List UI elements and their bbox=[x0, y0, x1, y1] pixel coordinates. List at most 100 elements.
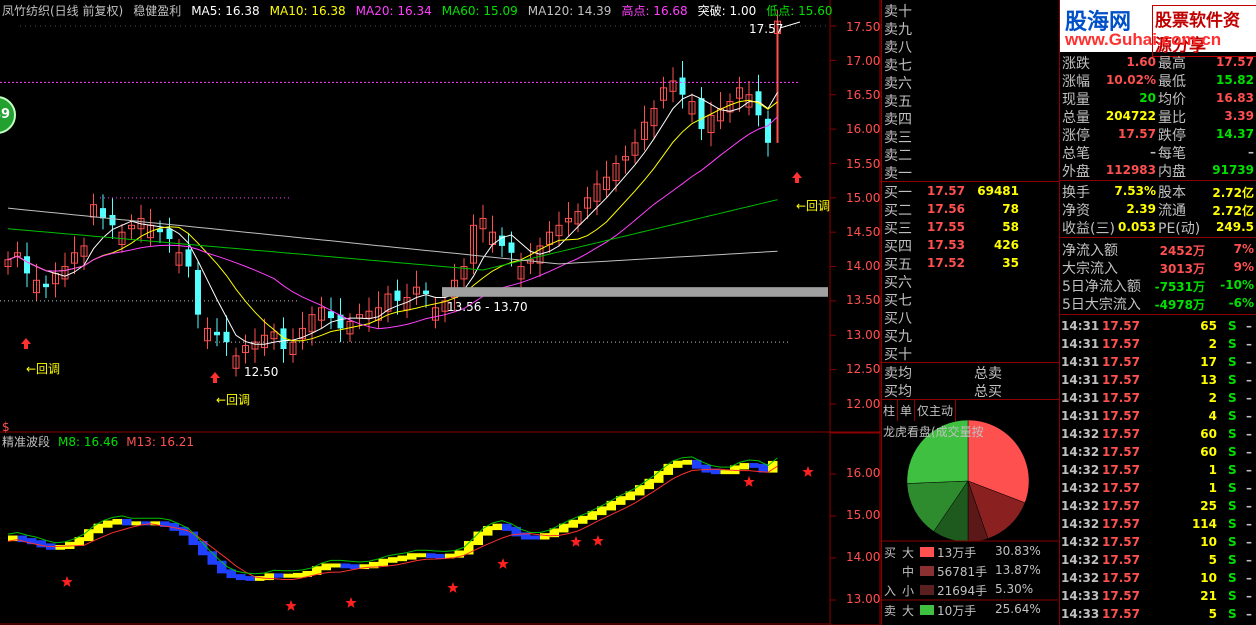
m13-value: M13: 16.21 bbox=[126, 435, 195, 449]
osc-band-block bbox=[644, 478, 654, 490]
breakout-value: 突破: 1.00 bbox=[697, 4, 757, 18]
osc-band-block bbox=[530, 535, 540, 540]
money-flow-row: 5日大宗流入 -4978万 -6% bbox=[1062, 296, 1254, 313]
buy-level[interactable]: 买九 bbox=[882, 326, 1059, 345]
sell-level[interactable]: 卖八 bbox=[882, 37, 1059, 56]
pullback-label-mid: ←回调 bbox=[216, 393, 251, 407]
quote-row: 现量 20 均价 16.83 bbox=[1062, 91, 1254, 108]
sell-level[interactable]: 卖九 bbox=[882, 19, 1059, 38]
tick-row: 14:31 17.57 4 S – bbox=[1061, 409, 1252, 423]
fundamental-row: 收益(三) 0.053 PE(动) 249.5 bbox=[1062, 220, 1254, 237]
candle-body bbox=[394, 290, 401, 301]
candle-body bbox=[100, 208, 106, 219]
candle-body bbox=[43, 283, 49, 288]
tick-row: 14:32 17.57 114 S – bbox=[1061, 517, 1252, 531]
buy-level[interactable]: 买七 bbox=[882, 290, 1059, 309]
osc-band-block bbox=[435, 554, 445, 559]
price-tick: 14.50 bbox=[846, 225, 881, 239]
tab-bar[interactable]: 柱 bbox=[881, 400, 899, 421]
tick-row: 14:31 17.57 2 S – bbox=[1061, 337, 1252, 351]
buy-level[interactable]: 买六 bbox=[882, 272, 1059, 291]
high-value: 高点: 16.68 bbox=[621, 4, 688, 18]
buy-level[interactable]: 买一 17.57 69481 bbox=[882, 182, 1059, 201]
main-chart-legend: 凤竹纺织(日线 前复权) 稳健盈利 MA5: 16.38 MA10: 16.38 MA2… bbox=[2, 2, 842, 18]
up-arrow-icon bbox=[21, 338, 31, 349]
price-tick: 17.00 bbox=[846, 54, 881, 68]
price-tick: 12.00 bbox=[846, 397, 881, 411]
sell-level[interactable]: 卖五 bbox=[882, 91, 1059, 110]
legend-row: 中 56781手 13.87% bbox=[902, 563, 1041, 579]
quote-stats-panel: 股海网 股票软件资源分享 www.Guhai.com.cn 涨跌 1.60 最高 17… bbox=[1059, 0, 1256, 625]
legend-row: 入小 21694手 5.30% bbox=[884, 582, 1034, 598]
range-label: 13.56 - 13.70 bbox=[447, 300, 528, 314]
osc-band-block bbox=[407, 553, 417, 560]
star-signal-icon bbox=[592, 535, 604, 546]
high-mark-label: 17.57 bbox=[749, 22, 784, 36]
tick-row: 14:31 17.57 17 S – bbox=[1061, 355, 1252, 369]
osc-name: 精准波段 bbox=[2, 435, 51, 449]
star-signal-icon bbox=[802, 466, 814, 477]
osc-band-block bbox=[416, 553, 426, 558]
tab-active-only[interactable]: 仅主动 bbox=[915, 400, 957, 421]
buy-level[interactable]: 买二 17.56 78 bbox=[882, 200, 1059, 219]
tick-row: 14:33 17.57 21 S – bbox=[1061, 589, 1252, 603]
star-signal-icon bbox=[743, 476, 755, 487]
ma10-value: MA10: 16.38 bbox=[269, 4, 346, 18]
m8-value: M8: 16.46 bbox=[58, 435, 119, 449]
candle-body bbox=[185, 249, 192, 267]
osc-band-block bbox=[654, 470, 664, 483]
sell-average-row: 卖均 总卖 bbox=[884, 366, 1002, 382]
buy-level[interactable]: 买三 17.55 58 bbox=[882, 218, 1059, 237]
osc-band-block bbox=[274, 573, 284, 578]
buy-average-row: 买均 总买 bbox=[884, 384, 1002, 400]
tab-single[interactable]: 单 bbox=[898, 400, 916, 421]
sell-level[interactable]: 卖一 bbox=[882, 163, 1059, 182]
ma20-line bbox=[7, 116, 778, 330]
sell-level[interactable]: 卖三 bbox=[882, 127, 1059, 146]
buy-level[interactable]: 买五 17.52 35 bbox=[882, 254, 1059, 273]
sell-level[interactable]: 卖二 bbox=[882, 145, 1059, 164]
osc-tick: 16.00 bbox=[846, 466, 881, 480]
up-arrow-icon bbox=[210, 372, 220, 383]
price-tick: 16.50 bbox=[846, 88, 881, 102]
star-signal-icon bbox=[61, 576, 73, 587]
candle-body bbox=[109, 215, 116, 226]
star-signal-icon bbox=[497, 558, 509, 569]
candle-body bbox=[166, 228, 173, 240]
tick-row: 14:32 17.57 25 S – bbox=[1061, 499, 1252, 513]
candle-body bbox=[214, 331, 220, 336]
quote-row: 涨停 17.57 跌停 14.37 bbox=[1062, 127, 1254, 144]
buy-level[interactable]: 买十 bbox=[882, 344, 1059, 363]
buy-level[interactable]: 买八 bbox=[882, 308, 1059, 327]
sell-level[interactable]: 卖六 bbox=[882, 73, 1059, 92]
osc-band-block bbox=[426, 553, 436, 559]
sell-level[interactable]: 卖十 bbox=[882, 1, 1059, 20]
tick-row: 14:32 17.57 10 S – bbox=[1061, 571, 1252, 585]
formula-name: 稳健盈利 bbox=[133, 4, 182, 18]
dollar-mark: $ bbox=[2, 420, 10, 434]
osc-band-block bbox=[502, 523, 512, 531]
star-signal-icon bbox=[285, 600, 297, 611]
candle-body bbox=[223, 331, 230, 343]
tab-dragon-tiger[interactable]: 龙虎看盘(成交量按 bbox=[881, 421, 986, 442]
low-mark-label: 12.50 bbox=[244, 365, 279, 379]
osc-band-block bbox=[388, 557, 398, 563]
price-tick: 12.50 bbox=[846, 362, 881, 376]
osc-band-block bbox=[397, 555, 407, 562]
sell-level[interactable]: 卖四 bbox=[882, 109, 1059, 128]
candle-body bbox=[765, 118, 771, 143]
osc-band-block bbox=[682, 459, 692, 465]
ma120-line bbox=[7, 207, 778, 265]
osc-tick: 14.00 bbox=[846, 550, 881, 564]
brand-banner[interactable]: 股海网 股票软件资源分享 www.Guhai.com.cn bbox=[1060, 0, 1256, 57]
osc-band-block bbox=[112, 518, 122, 525]
osc-band-block bbox=[578, 515, 588, 524]
osc-band-block bbox=[122, 518, 132, 526]
osc-band-block bbox=[739, 463, 749, 470]
buy-level[interactable]: 买四 17.53 426 bbox=[882, 236, 1059, 255]
money-flow-row: 5日净流入额 -7531万 -10% bbox=[1062, 278, 1254, 295]
sell-level[interactable]: 卖七 bbox=[882, 55, 1059, 74]
price-tick: 13.00 bbox=[846, 328, 881, 342]
candle-body bbox=[24, 256, 30, 274]
quote-row: 外盘 112983 内盘 91739 bbox=[1062, 163, 1254, 180]
